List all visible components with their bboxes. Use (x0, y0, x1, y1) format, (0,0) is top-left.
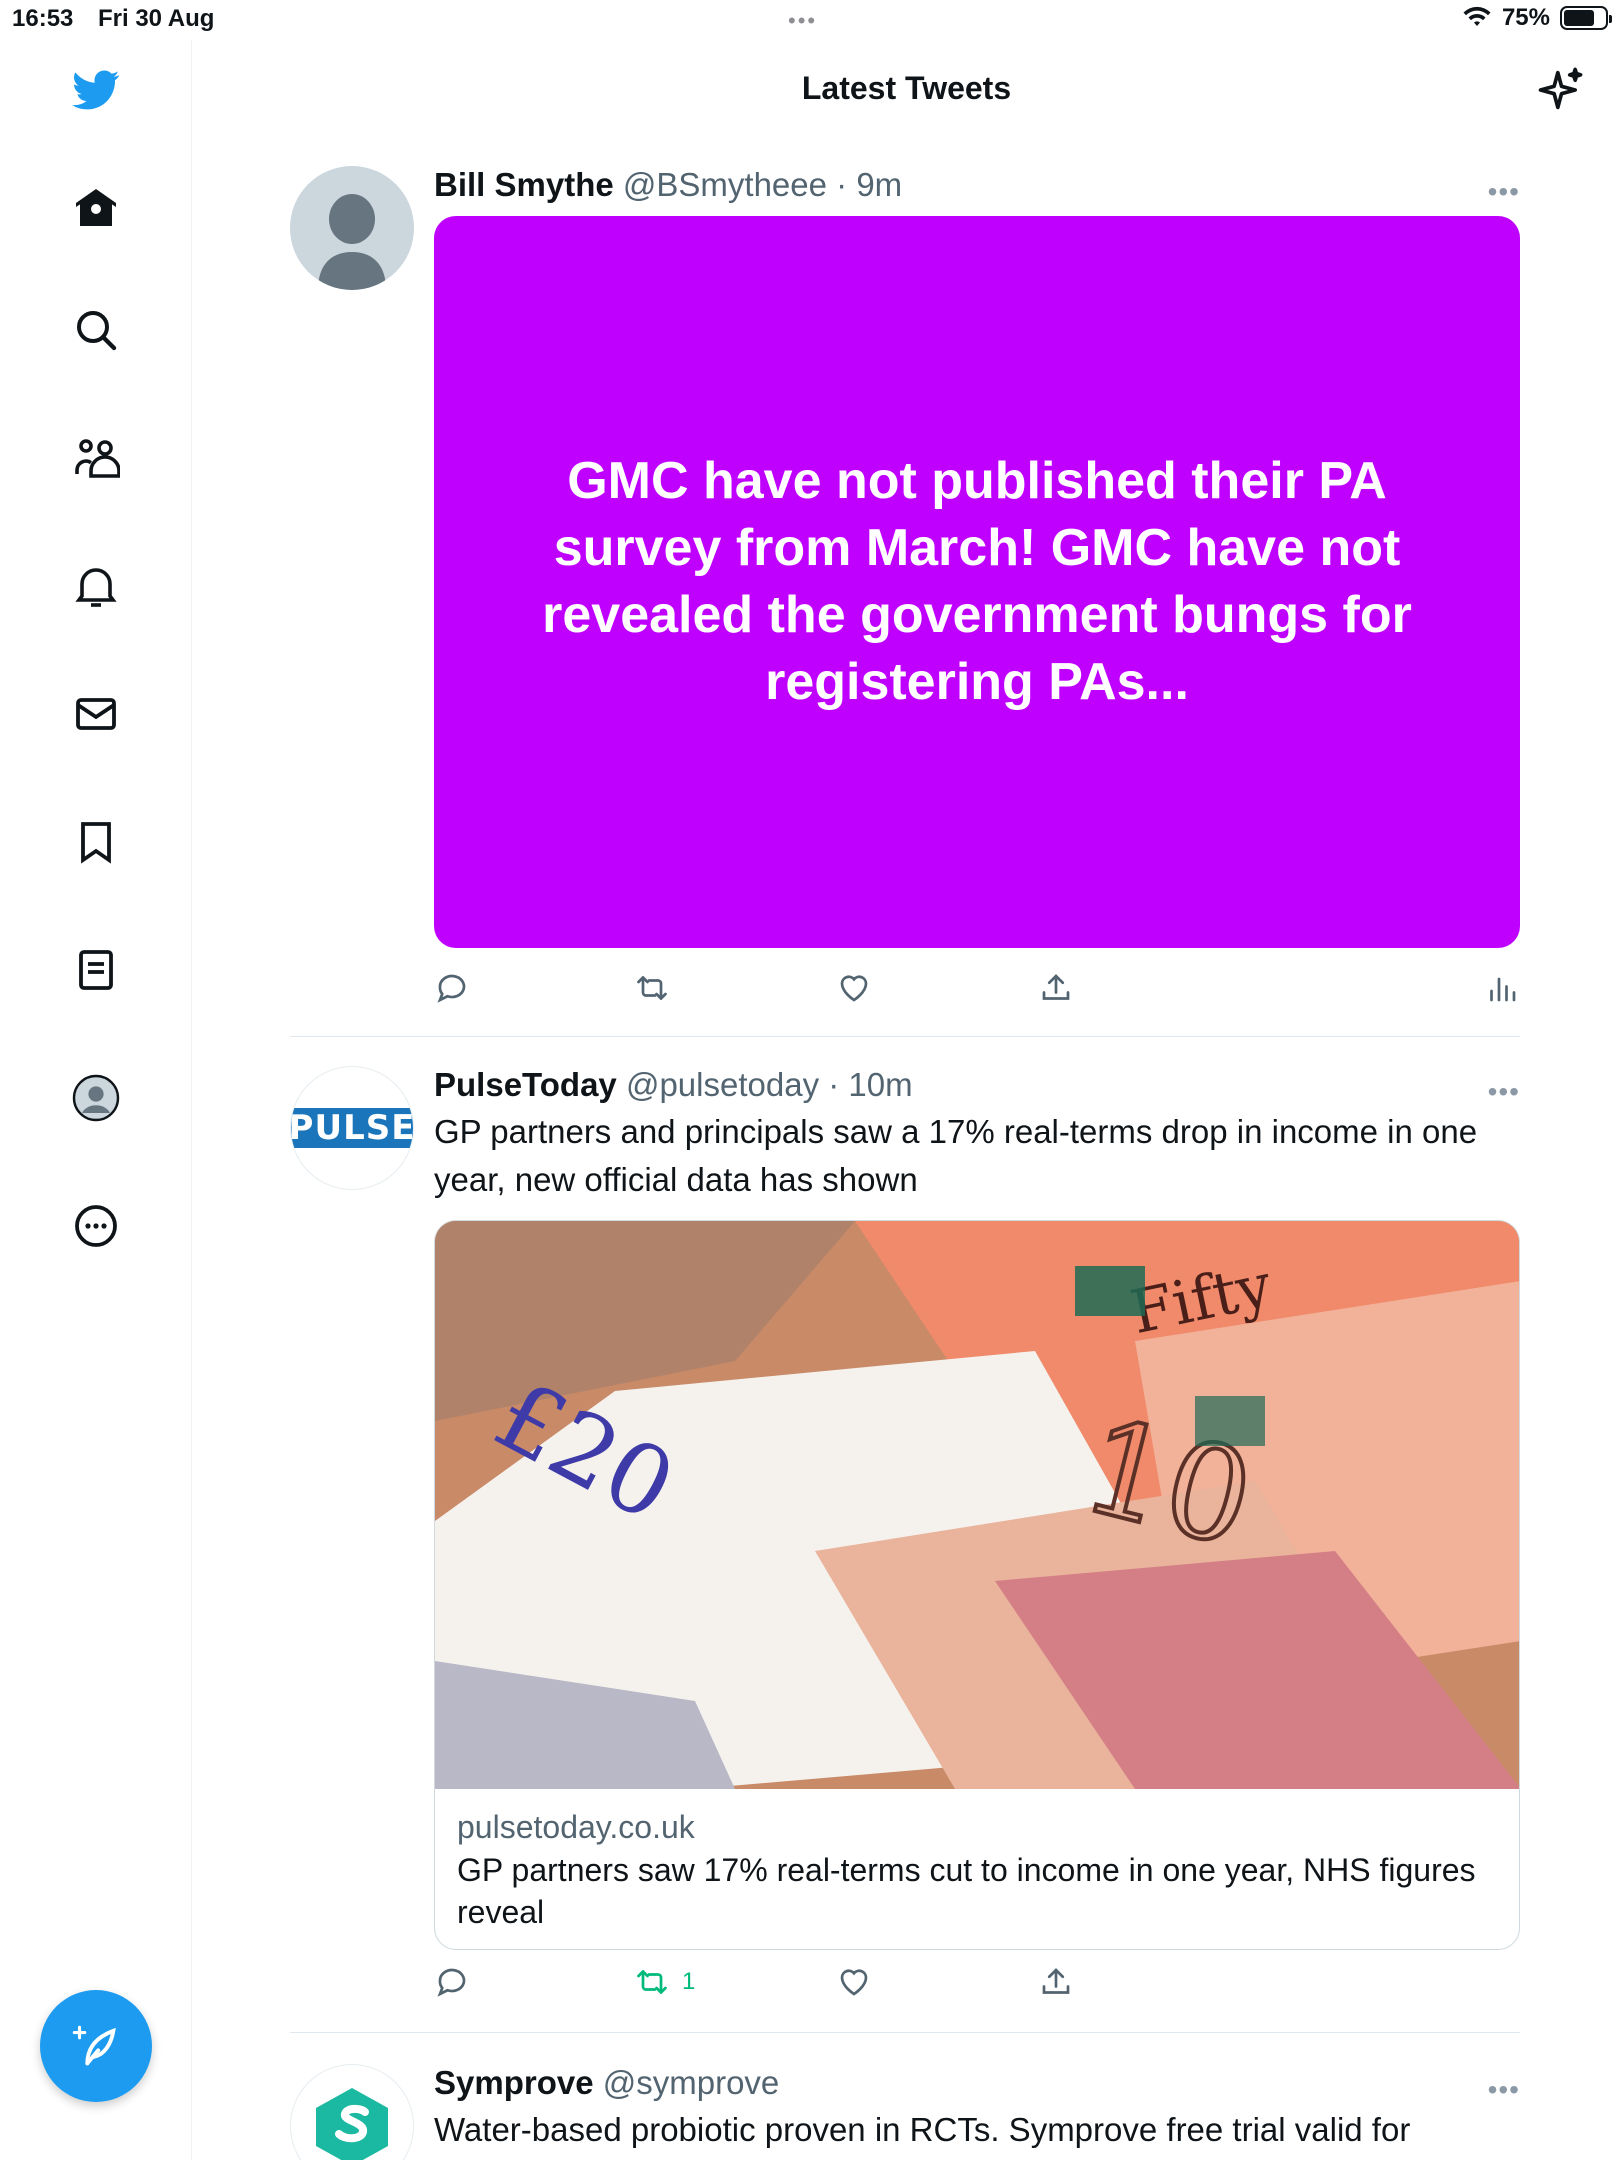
page-title: Latest Tweets (801, 70, 1012, 106)
author-handle[interactable]: @symprove (603, 2064, 780, 2101)
avatar[interactable] (290, 166, 414, 290)
tweet-header: Symprove @symprove (434, 2064, 779, 2102)
share-button[interactable] (1038, 1964, 1074, 2000)
heart-icon (840, 975, 868, 1002)
like-button[interactable] (836, 1964, 872, 2000)
compose-tweet-icon (72, 2025, 116, 2066)
link-preview-image: £20 10 Fifty (435, 1221, 1519, 1789)
default-avatar-icon (290, 166, 414, 290)
link-preview-card[interactable]: £20 10 Fifty pulsetoday.co.uk GP partner… (434, 1220, 1520, 1950)
tweet-time[interactable]: · 10m (828, 1066, 912, 1103)
retweet-button[interactable]: 1 (634, 1964, 695, 2000)
profile-avatar-icon (72, 1074, 120, 1122)
sidebar-nav (0, 40, 192, 2160)
banknotes-image: £20 10 Fifty (435, 1221, 1519, 1789)
status-indicators: 75% (1462, 4, 1612, 32)
image-card-text: GMC have not published their PA survey f… (542, 452, 1412, 711)
reply-button[interactable] (434, 970, 470, 1006)
author-name[interactable]: PulseToday (434, 1066, 617, 1103)
sidebar-item-search[interactable] (66, 300, 126, 360)
sidebar-item-bookmarks[interactable] (66, 812, 126, 872)
tweet-divider (290, 1036, 1520, 1037)
link-domain: pulsetoday.co.uk (457, 1809, 695, 1845)
author-name[interactable]: Symprove (434, 2064, 594, 2101)
bookmark-icon (81, 822, 111, 864)
home-icon (76, 189, 116, 226)
avatar[interactable]: PULSE (290, 1066, 414, 1190)
author-handle[interactable]: @pulsetoday (626, 1066, 819, 1103)
tweet-actions: 1 (434, 1964, 1520, 2004)
avatar[interactable] (290, 2064, 414, 2160)
retweet-icon (637, 976, 667, 1000)
retweet-count: 1 (682, 1968, 696, 1995)
battery-fill (1564, 10, 1594, 26)
wifi-icon (1463, 6, 1491, 26)
twitter-logo-button[interactable] (66, 60, 126, 120)
link-preview-meta: pulsetoday.co.uk GP partners saw 17% rea… (435, 1789, 1519, 1949)
tweet-divider (290, 2032, 1520, 2033)
tweet-time[interactable]: · 9m (836, 166, 902, 203)
like-button[interactable] (836, 970, 872, 1006)
lists-icon (79, 950, 113, 990)
symprove-logo-icon (316, 2088, 388, 2160)
multitasking-dots-icon[interactable]: ••• (788, 8, 817, 34)
sidebar-item-more[interactable] (66, 1196, 126, 1256)
tweet-item[interactable]: Bill Smythe @BSmytheee · 9m ••• GMC have… (290, 166, 1520, 1026)
sidebar-item-notifications[interactable] (66, 556, 126, 616)
tweet-image-card[interactable]: GMC have not published their PA survey f… (434, 216, 1520, 948)
status-date: Fri 30 Aug (98, 5, 215, 32)
twitter-bird-icon (72, 70, 120, 110)
search-icon (77, 311, 117, 351)
more-options-icon[interactable]: ••• (1488, 1076, 1520, 1108)
reply-icon (437, 974, 466, 1003)
share-icon (1042, 1968, 1070, 1994)
mail-icon (76, 698, 116, 730)
sparkle-icon[interactable] (1534, 64, 1586, 116)
heart-icon (840, 1969, 868, 1996)
tweet-item[interactable]: PULSE PulseToday @pulsetoday · 10m ••• G… (290, 1066, 1520, 2026)
author-name[interactable]: Bill Smythe (434, 166, 614, 203)
timeline-header: Latest Tweets (193, 40, 1620, 140)
retweet-button[interactable] (634, 970, 670, 1006)
tweet-header: Bill Smythe @BSmytheee · 9m (434, 166, 902, 204)
sidebar-item-communities[interactable] (66, 428, 126, 488)
status-time: 16:53 (12, 5, 74, 32)
sidebar-item-home[interactable] (66, 178, 126, 238)
compose-tweet-button[interactable] (40, 1990, 152, 2102)
tweet-item[interactable]: Symprove @symprove ••• Water-based probi… (290, 2064, 1520, 2160)
battery-percent: 75% (1501, 4, 1550, 31)
share-button[interactable] (1038, 970, 1074, 1006)
reply-button[interactable] (434, 1964, 470, 2000)
author-handle[interactable]: @BSmytheee (623, 166, 827, 203)
tweet-header: PulseToday @pulsetoday · 10m (434, 1066, 913, 1104)
more-options-icon[interactable]: ••• (1488, 2074, 1520, 2106)
battery-icon (1560, 6, 1612, 30)
sidebar-item-lists[interactable] (66, 940, 126, 1000)
tweet-text: GP partners and principals saw a 17% rea… (434, 1113, 1478, 1198)
share-icon (1042, 974, 1070, 1000)
bell-icon (75, 568, 117, 607)
retweet-icon (637, 1970, 667, 1994)
pulse-logo: PULSE (291, 1108, 413, 1148)
communities-icon (75, 439, 120, 478)
more-options-icon[interactable]: ••• (1488, 176, 1520, 208)
analytics-icon (1490, 977, 1516, 1002)
tweet-text: Water-based probiotic proven in RCTs. Sy… (434, 2111, 1411, 2148)
reply-icon (437, 1968, 466, 1997)
analytics-button[interactable] (1484, 970, 1520, 1006)
sidebar-item-messages[interactable] (66, 684, 126, 744)
link-title: GP partners saw 17% real-terms cut to in… (457, 1852, 1476, 1930)
more-circle-icon (75, 1205, 117, 1247)
status-bar: 16:53 Fri 30 Aug ••• 75% (0, 0, 1620, 40)
tweet-actions (434, 970, 1520, 1010)
sidebar-item-profile[interactable] (66, 1068, 126, 1128)
